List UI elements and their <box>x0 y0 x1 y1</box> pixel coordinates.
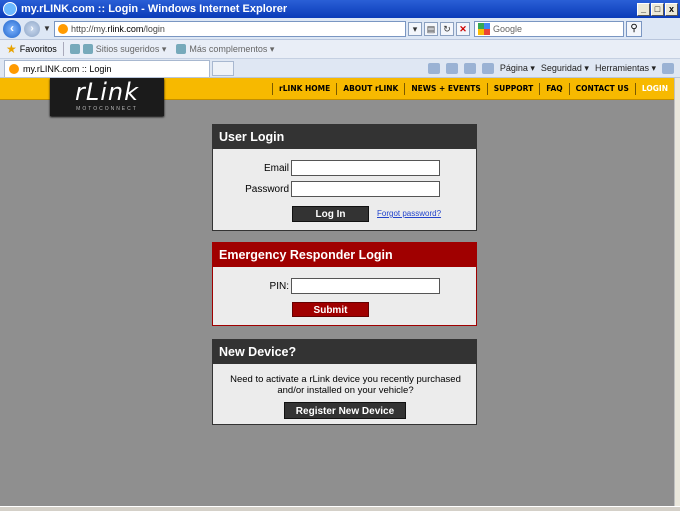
nav-home[interactable]: rLINK HOME <box>272 83 336 95</box>
user-login-panel: User Login Email Password Log In Forgot … <box>212 124 477 231</box>
web-page: rLINK HOME ABOUT rLINK NEWS + EVENTS SUP… <box>0 78 674 506</box>
feeds-icon[interactable] <box>445 62 458 74</box>
pin-label: PIN: <box>269 280 289 292</box>
page-menu[interactable]: Página ▾ <box>500 63 535 74</box>
stop-icon[interactable]: ✕ <box>456 21 470 36</box>
tab-login[interactable]: my.rLINK.com :: Login <box>4 59 210 77</box>
new-device-title: New Device? <box>213 340 476 364</box>
suggested-sites-icon <box>82 44 93 54</box>
home-icon[interactable] <box>427 62 440 74</box>
submit-button[interactable]: Submit <box>292 302 369 317</box>
status-bar <box>0 506 680 511</box>
emergency-login-title: Emergency Responder Login <box>213 243 476 267</box>
suggested-sites-link[interactable]: Sitios sugeridos ▾ <box>96 44 167 55</box>
search-placeholder: Google <box>493 23 523 34</box>
login-button[interactable]: Log In <box>292 206 369 222</box>
close-button[interactable]: x <box>665 2 678 16</box>
url-host: rlink.com <box>107 23 144 34</box>
nav-news[interactable]: NEWS + EVENTS <box>404 83 486 95</box>
search-input[interactable]: Google <box>474 20 624 37</box>
address-input[interactable]: http://my. rlink.com/login <box>54 20 406 37</box>
email-field[interactable] <box>291 160 440 176</box>
forward-button[interactable]: › <box>24 20 40 37</box>
window-title-bar: my.rLINK.com :: Login - Windows Internet… <box>0 0 680 18</box>
refresh-icon[interactable]: ↻ <box>440 21 454 36</box>
tab-title: my.rLINK.com :: Login <box>23 63 112 74</box>
command-bar: Página ▾ Seguridad ▾ Herramientas ▾ <box>427 62 674 74</box>
site-nav: rLINK HOME ABOUT rLINK NEWS + EVENTS SUP… <box>272 78 674 100</box>
password-field[interactable] <box>291 181 440 197</box>
minimize-button[interactable]: _ <box>637 2 650 16</box>
nav-faq[interactable]: FAQ <box>539 83 568 95</box>
url-prefix: http://my. <box>71 23 108 34</box>
address-dropdown-icon[interactable]: ▾ <box>408 21 422 36</box>
new-tab-button[interactable] <box>212 60 234 76</box>
emergency-login-panel: Emergency Responder Login PIN: Submit <box>212 242 477 326</box>
nav-support[interactable]: SUPPORT <box>486 83 539 95</box>
tab-favicon <box>9 63 19 74</box>
logo-tagline: MOTOCONNECT <box>76 106 138 112</box>
user-login-title: User Login <box>213 125 476 149</box>
nav-contact[interactable]: CONTACT US <box>568 83 635 95</box>
history-dropdown-icon[interactable]: ▼ <box>43 24 51 33</box>
add-favorite-icon[interactable] <box>69 44 80 54</box>
favorites-star-icon[interactable]: ★ <box>6 42 17 56</box>
new-device-panel: New Device? Need to activate a rLink dev… <box>212 339 477 425</box>
addons-link[interactable]: Más complementos ▾ <box>189 44 274 55</box>
tools-menu[interactable]: Herramientas ▾ <box>595 63 656 74</box>
password-label: Password <box>245 183 289 195</box>
print-icon[interactable] <box>481 62 494 74</box>
addons-icon <box>176 44 187 54</box>
address-toolbar: ‹ › ▼ http://my. rlink.com/login ▾ ▤ ↻ ✕ … <box>0 18 680 40</box>
divider <box>62 42 64 56</box>
new-device-message-line2: and/or installed on your vehicle? <box>277 385 414 396</box>
ie-icon <box>3 2 17 16</box>
url-path: /login <box>143 23 165 34</box>
mail-icon[interactable] <box>463 62 476 74</box>
tab-bar: my.rLINK.com :: Login Página ▾ Seguridad… <box>0 59 680 78</box>
nav-about[interactable]: ABOUT rLINK <box>336 83 404 95</box>
logo-wordmark: rLink <box>74 78 139 106</box>
window-title: my.rLINK.com :: Login - Windows Internet… <box>21 3 288 15</box>
back-button[interactable]: ‹ <box>3 19 21 38</box>
compatibility-view-icon[interactable]: ▤ <box>424 21 438 36</box>
help-icon[interactable] <box>662 62 674 74</box>
safety-menu[interactable]: Seguridad ▾ <box>541 63 589 74</box>
page-scrollbar[interactable] <box>674 78 680 506</box>
google-icon <box>478 22 490 35</box>
maximize-button[interactable]: □ <box>651 2 664 16</box>
new-device-message-line1: Need to activate a rLink device you rece… <box>230 374 461 385</box>
nav-login[interactable]: LOGIN <box>634 83 674 95</box>
favorites-button[interactable]: Favoritos <box>20 44 57 54</box>
email-label: Email <box>263 162 289 174</box>
register-device-button[interactable]: Register New Device <box>284 402 406 419</box>
site-logo[interactable]: rLink MOTOCONNECT <box>50 78 164 116</box>
search-icon[interactable]: ⚲ <box>626 20 642 37</box>
forgot-password-link[interactable]: Forgot password? <box>377 209 441 218</box>
pin-field[interactable] <box>291 278 440 294</box>
favorites-bar: ★ Favoritos Sitios sugeridos ▾ Más compl… <box>0 40 680 59</box>
site-favicon <box>58 23 68 34</box>
